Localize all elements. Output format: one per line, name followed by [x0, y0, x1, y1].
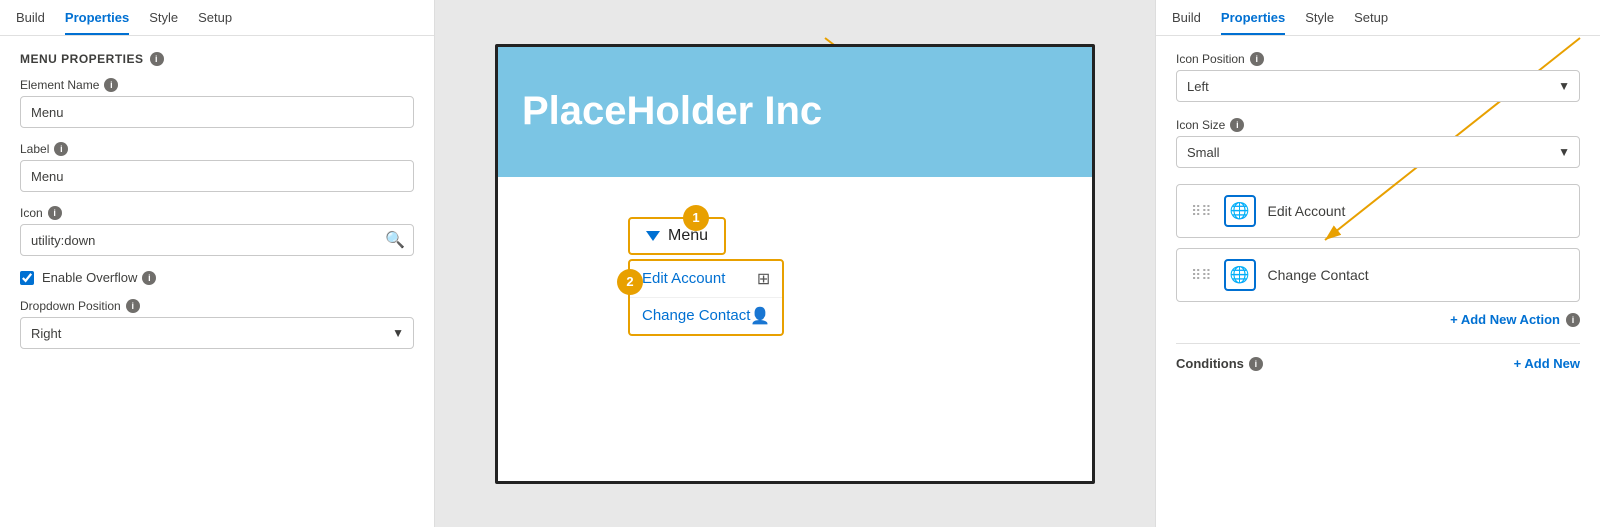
change-contact-icon: 👤	[750, 306, 770, 326]
edit-account-action-icon: 🌐	[1224, 195, 1256, 227]
left-tab-bar: Build Properties Style Setup	[0, 0, 434, 36]
icon-label: Icon i	[20, 206, 414, 220]
edit-account-item[interactable]: Edit Account ⊞	[630, 261, 782, 298]
icon-info-icon[interactable]: i	[48, 206, 62, 220]
canvas-frame: PlaceHolder Inc 1 Menu 2 Edit Account ⊞	[495, 44, 1095, 484]
tab-build-right[interactable]: Build	[1172, 10, 1201, 35]
edit-account-action[interactable]: ⠿⠿ 🌐 Edit Account	[1176, 184, 1580, 238]
icon-search-icon[interactable]: 🔍	[377, 230, 413, 250]
change-contact-action[interactable]: ⠿⠿ 🌐 Change Contact	[1176, 248, 1580, 302]
center-canvas: PlaceHolder Inc 1 Menu 2 Edit Account ⊞	[435, 0, 1155, 527]
label-group: Label i	[20, 142, 414, 192]
add-new-action-info-icon[interactable]: i	[1566, 313, 1580, 327]
menu-triangle-icon	[646, 231, 660, 241]
icon-position-select-wrapper: Left Right None ▼	[1176, 70, 1580, 102]
label-input[interactable]	[20, 160, 414, 192]
icon-input[interactable]	[21, 233, 377, 248]
change-contact-action-label: Change Contact	[1268, 267, 1369, 283]
left-panel-content: MENU PROPERTIES i Element Name i Label i…	[0, 36, 434, 527]
enable-overflow-row: Enable Overflow i	[20, 270, 414, 285]
dropdown-position-label: Dropdown Position i	[20, 299, 414, 313]
edit-account-action-label: Edit Account	[1268, 203, 1346, 219]
menu-properties-info-icon[interactable]: i	[150, 52, 164, 66]
menu-section: 1 Menu 2 Edit Account ⊞ Change Contact	[628, 217, 784, 336]
enable-overflow-info-icon[interactable]: i	[142, 271, 156, 285]
icon-input-wrapper: 🔍	[20, 224, 414, 256]
edit-account-icon: ⊞	[757, 269, 770, 289]
tab-properties-right[interactable]: Properties	[1221, 10, 1285, 35]
tab-build-left[interactable]: Build	[16, 10, 45, 35]
menu-button[interactable]: Menu	[628, 217, 726, 255]
dropdown-position-select-wrapper: Right Left Auto ▼	[20, 317, 414, 349]
tab-style-left[interactable]: Style	[149, 10, 178, 35]
label-info-icon[interactable]: i	[54, 142, 68, 156]
icon-size-select[interactable]: Small Medium Large	[1176, 136, 1580, 168]
icon-position-label: Icon Position i	[1176, 52, 1580, 66]
icon-position-info-icon[interactable]: i	[1250, 52, 1264, 66]
dropdown-position-group: Dropdown Position i Right Left Auto ▼	[20, 299, 414, 349]
enable-overflow-checkbox[interactable]	[20, 271, 34, 285]
add-new-condition-button[interactable]: + Add New	[1514, 356, 1580, 371]
icon-size-info-icon[interactable]: i	[1230, 118, 1244, 132]
right-tab-bar: Build Properties Style Setup	[1156, 0, 1600, 36]
element-name-group: Element Name i	[20, 78, 414, 128]
tab-setup-right[interactable]: Setup	[1354, 10, 1388, 35]
element-name-input[interactable]	[20, 96, 414, 128]
left-panel: Build Properties Style Setup MENU PROPER…	[0, 0, 435, 527]
canvas-header-title: PlaceHolder Inc	[522, 89, 822, 134]
change-contact-action-icon: 🌐	[1224, 259, 1256, 291]
canvas-header: PlaceHolder Inc	[498, 47, 1092, 177]
badge-2: 2	[617, 269, 643, 295]
icon-size-group: Icon Size i Small Medium Large ▼	[1176, 118, 1580, 168]
dropdown-position-info-icon[interactable]: i	[126, 299, 140, 313]
add-new-action-button[interactable]: + Add New Action	[1450, 312, 1560, 327]
right-panel-content: Icon Position i Left Right None ▼ Icon S…	[1156, 36, 1600, 527]
label-label: Label i	[20, 142, 414, 156]
dropdown-list: 2 Edit Account ⊞ Change Contact 👤	[628, 259, 784, 336]
change-contact-drag-icon: ⠿⠿	[1191, 267, 1212, 284]
tab-style-right[interactable]: Style	[1305, 10, 1334, 35]
element-name-label: Element Name i	[20, 78, 414, 92]
conditions-info-icon[interactable]: i	[1249, 357, 1263, 371]
icon-size-select-wrapper: Small Medium Large ▼	[1176, 136, 1580, 168]
icon-group: Icon i 🔍	[20, 206, 414, 256]
edit-account-drag-icon: ⠿⠿	[1191, 203, 1212, 220]
badge-1: 1	[683, 205, 709, 231]
tab-setup-left[interactable]: Setup	[198, 10, 232, 35]
add-new-action-row: + Add New Action i	[1176, 312, 1580, 327]
icon-size-label: Icon Size i	[1176, 118, 1580, 132]
right-panel: Build Properties Style Setup Icon Positi…	[1155, 0, 1600, 527]
dropdown-position-select[interactable]: Right Left Auto	[20, 317, 414, 349]
icon-position-select[interactable]: Left Right None	[1176, 70, 1580, 102]
canvas-body: 1 Menu 2 Edit Account ⊞ Change Contact	[498, 177, 1092, 356]
element-name-info-icon[interactable]: i	[104, 78, 118, 92]
enable-overflow-label: Enable Overflow i	[42, 270, 156, 285]
change-contact-item[interactable]: Change Contact 👤	[630, 298, 782, 334]
tab-properties-left[interactable]: Properties	[65, 10, 129, 35]
conditions-label: Conditions i	[1176, 356, 1263, 371]
conditions-row: Conditions i + Add New	[1176, 343, 1580, 371]
menu-properties-title: MENU PROPERTIES i	[20, 52, 414, 66]
icon-position-group: Icon Position i Left Right None ▼	[1176, 52, 1580, 102]
